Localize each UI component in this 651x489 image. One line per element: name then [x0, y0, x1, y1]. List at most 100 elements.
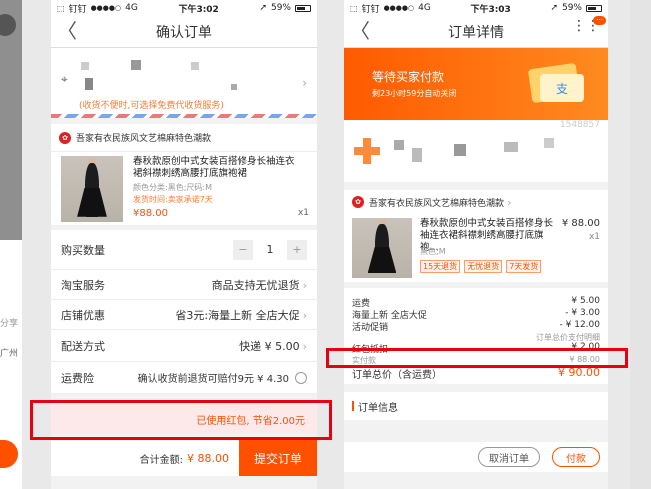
signal: ●●●●○ [383, 4, 415, 12]
delivery-row[interactable]: 配送方式 快递 ¥ 5.00 › [51, 330, 317, 362]
service-row[interactable]: 淘宝服务 商品支持无忧退货 › [51, 270, 317, 300]
fee-note: 订单总价支付明细 [536, 333, 600, 342]
total-label: 订单总价（含运费） [352, 370, 442, 381]
submit-order-button[interactable]: 提交订单 [239, 440, 317, 476]
total-row: 订单总价（含运费） ¥ 90.00 [352, 366, 600, 382]
location-icon: ➚ [259, 3, 267, 13]
service-value: 商品支持无忧退货 [211, 278, 300, 292]
product-item[interactable]: 春秋款原创中式女装百搭修身长袖连衣裙斜襟刺绣高腰打底旗袍裙 颜色分类:黑色;尺码… [51, 152, 317, 226]
product-price: ¥88.00 [133, 208, 168, 219]
orange-action-button[interactable] [0, 440, 18, 468]
recipient-blurred-2 [412, 148, 422, 162]
recipient-blurred [394, 140, 404, 150]
address-chevron-icon: › [302, 76, 307, 90]
right-partial-panel [630, 0, 651, 489]
location-pin-icon: ⌖ [61, 72, 68, 86]
product-item[interactable]: 春秋款原创中式女装百搭修身长袖连衣裙斜襟刺绣高腰打底旗袍... ¥ 88.00 … [344, 214, 608, 282]
banner-title: 等待买家付款 [372, 70, 445, 84]
quantity-label: 购买数量 [61, 243, 105, 257]
total-label: 合计金额: [139, 454, 183, 466]
fee-breakdown: 运费 ¥ 5.00 海量上新 全店大促 - ¥ 3.00 活动促销 - ¥ 12.00… [344, 288, 608, 384]
fee-value: - ¥ 12.00 [559, 320, 600, 330]
fee-value: - ¥ 3.00 [565, 308, 600, 318]
badge: ··· [593, 16, 606, 25]
carrier: 钉钉 [68, 4, 87, 15]
insurance-radio[interactable] [295, 371, 307, 384]
status-bar: ⬚ 钉钉 ●●●●○ 4G 下午3:02 ➚ 59% [51, 0, 317, 16]
address-blurred [85, 78, 93, 90]
chevron-right-icon: › [302, 339, 307, 353]
location-icon: ➚ [550, 3, 558, 13]
delivery-label: 配送方式 [61, 339, 105, 353]
recipient-blurred [81, 62, 89, 70]
battery-icon [586, 4, 602, 12]
wallet-icon: 支 [527, 60, 584, 104]
fee-label: 活动促销 [352, 323, 389, 333]
shop-icon: ✿ [59, 131, 71, 144]
chevron-right-icon: › [507, 195, 512, 209]
product-thumbnail [61, 156, 123, 222]
insurance-label: 运费险 [61, 371, 94, 385]
page-title: 确认订单 [156, 24, 212, 41]
product-sku: 黑色;M [420, 247, 446, 256]
share-label[interactable]: 分享 [0, 316, 18, 329]
section-marker [352, 401, 354, 411]
product-photo [0, 0, 22, 240]
shop-header[interactable]: ✿ 吾家有衣民族风文艺棉麻特色潮款 › [344, 190, 608, 214]
time: 下午3:02 [178, 4, 219, 15]
shop-header[interactable]: ✿ 吾家有衣民族风文艺棉麻特色潮款 [51, 124, 317, 152]
payment-status-banner: 等待买家付款 剩23小时59分自动关闭 支 [344, 48, 608, 120]
insurance-row[interactable]: 运费险 确认收货前退货可赔付9元 ¥ 4.30 [51, 362, 317, 394]
fee-label: 海量上新 全店大促 [352, 311, 427, 321]
more-icon[interactable]: ⋮⋮ ··· [572, 16, 606, 34]
product-tag: 15天退货 [420, 260, 461, 273]
back-icon[interactable]: 〈 [57, 21, 77, 41]
address-notice: (收货不便时,可选择免费代收货服务) [79, 101, 224, 111]
discount-value: 省3元:海量上新 全店大促 [175, 308, 300, 322]
quantity-stepper: − 1 + [233, 239, 307, 260]
highlight-box-redpacket-middle [30, 400, 332, 440]
battery-percent: 59% [270, 3, 291, 13]
order-info-section: 订单信息 [344, 392, 608, 420]
pay-button[interactable]: 付款 [552, 447, 600, 467]
order-address-card: 1548857 [344, 120, 608, 182]
product-tag: 无忧退货 [464, 260, 503, 273]
cancel-order-button[interactable]: 取消订单 [478, 447, 540, 467]
minus-button[interactable]: − [233, 239, 253, 260]
time: 下午3:03 [470, 4, 511, 15]
product-shipping: 发货时间:卖家承诺7天 [133, 195, 213, 204]
back-icon[interactable]: 〈 [350, 21, 370, 41]
product-thumbnail [352, 218, 412, 278]
service-label: 淘宝服务 [61, 278, 105, 292]
carrier-icon: ⬚ [57, 3, 65, 13]
address-blurred-2 [231, 84, 237, 90]
checkout-footer: 合计金额: ¥ 88.00 提交订单 [51, 440, 317, 476]
product-tag: 7天发货 [506, 260, 542, 273]
product-sku: 颜色分类:黑色;尺码:M [133, 183, 212, 192]
carrier-icon: ⬚ [350, 3, 358, 13]
shop-discount-row[interactable]: 店铺优惠 省3元:海量上新 全店大促 › [51, 300, 317, 330]
product-price: ¥ 88.00 [561, 218, 600, 229]
address-card[interactable]: ⌖ › (收货不便时,可选择免费代收货服务) [51, 48, 317, 114]
network: 4G [418, 3, 431, 13]
delivery-value: 快递 ¥ 5.00 [239, 339, 300, 353]
banner-subtitle: 剩23小时59分自动关闭 [372, 89, 457, 98]
product-title: 春秋款原创中式女装百搭修身长袖连衣裙斜襟刺绣高腰打底旗袍裙 [133, 156, 295, 179]
shop-icon: ✿ [352, 196, 364, 208]
fee-row: 海量上新 全店大促 - ¥ 3.00 [352, 308, 600, 321]
screenshot-root: /4 分享 广州 ⬚ 钉钉 ●●●●○ 4G 下午3:02 ➚ 59% 〈 确认… [0, 0, 651, 489]
fee-row: 运费 ¥ 5.00 [352, 296, 600, 309]
plus-button[interactable]: + [287, 239, 307, 260]
page-title: 订单详情 [448, 24, 504, 41]
total-value: ¥ 90.00 [558, 366, 600, 379]
fee-label: 运费 [352, 299, 371, 309]
shop-name: 吾家有衣民族风文艺棉麻特色潮款 [369, 198, 505, 209]
chevron-right-icon: › [302, 278, 307, 292]
fee-row: 活动促销 - ¥ 12.00 [352, 320, 600, 333]
order-info-title: 订单信息 [358, 402, 398, 414]
status-bar: ⬚ 钉钉 ●●●●○ 4G 下午3:03 ➚ 59% [344, 0, 608, 16]
highlight-box-redpacket-right [326, 348, 628, 368]
recipient-blurred-2 [131, 60, 141, 70]
quantity-value[interactable]: 1 [253, 243, 287, 256]
nav-bar: 〈 确认订单 [51, 16, 317, 48]
